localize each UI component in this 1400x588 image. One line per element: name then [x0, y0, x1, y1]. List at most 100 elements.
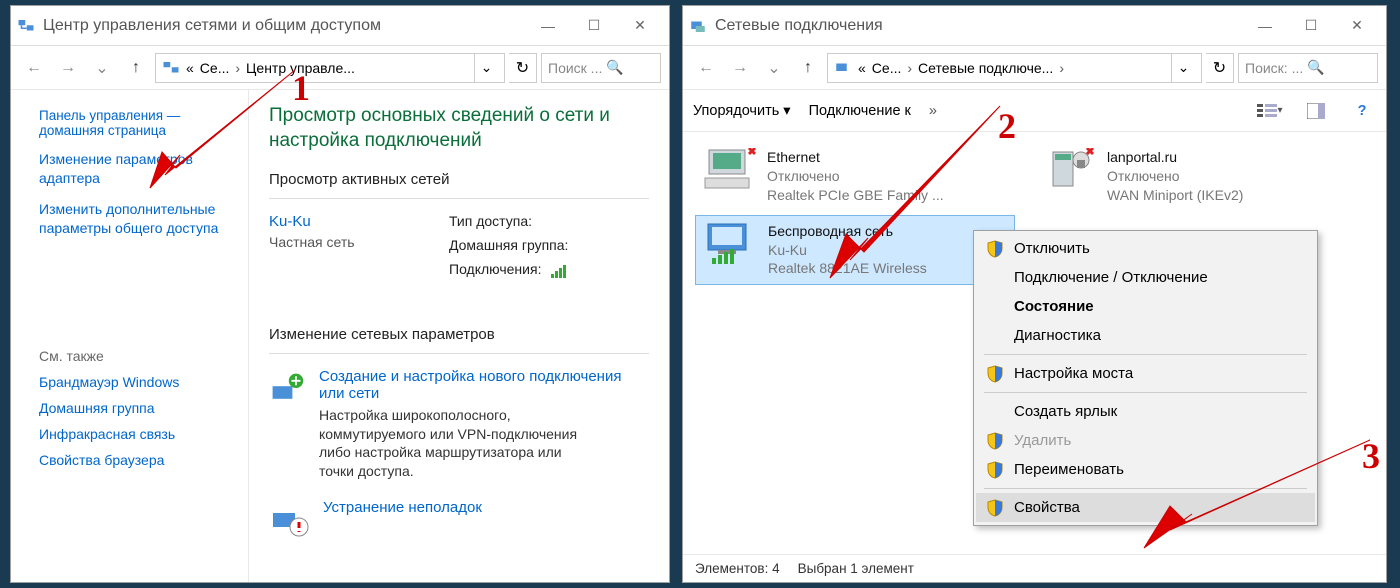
connection-device: Realtek PCIe GBE Family ...: [767, 186, 944, 205]
connection-status: Отключено: [767, 167, 944, 186]
search-placeholder: Поиск: ...: [1245, 60, 1303, 76]
close-button[interactable]: ✕: [1334, 11, 1380, 41]
items-area: Ethernet Отключено Realtek PCIe GBE Fami…: [683, 132, 1386, 554]
address-bar: ← → ⌄ ↑ « Се... › Центр управле... ⌄ ↻ П…: [11, 46, 669, 90]
forward-button: →: [725, 53, 755, 83]
homegroup-label: Домашняя группа:: [449, 237, 568, 253]
window-title: Центр управления сетями и общим доступом: [43, 17, 525, 35]
connection-status: Отключено: [1107, 167, 1243, 186]
recent-button[interactable]: ⌄: [759, 53, 789, 83]
divider: [269, 353, 649, 354]
option-new-connection[interactable]: Создание и настройка нового подключения …: [269, 368, 649, 482]
breadcrumb[interactable]: « Се... › Сетевые подключе... › ⌄: [827, 53, 1202, 83]
window-controls: — ☐ ✕: [1242, 11, 1380, 41]
access-type-label: Тип доступа:: [449, 213, 532, 229]
search-input[interactable]: Поиск: ... 🔍: [1238, 53, 1378, 83]
network-type: Частная сеть: [269, 234, 419, 250]
recent-button[interactable]: ⌄: [87, 53, 117, 83]
breadcrumb[interactable]: « Се... › Центр управле... ⌄: [155, 53, 505, 83]
maximize-button[interactable]: ☐: [1288, 11, 1334, 41]
breadcrumb-segment[interactable]: Центр управле...: [246, 60, 355, 76]
refresh-button[interactable]: ↻: [1206, 53, 1234, 83]
view-layout-button[interactable]: ▾: [1256, 97, 1284, 125]
breadcrumb-segment[interactable]: Се...: [872, 60, 902, 76]
wireless-icon: [704, 222, 758, 266]
ethernet-icon: [703, 148, 757, 192]
chevron-right-icon: ›: [907, 60, 912, 76]
minimize-button[interactable]: —: [525, 11, 571, 41]
main-panel: Просмотр основных сведений о сети и наст…: [249, 90, 669, 582]
connect-to-menu[interactable]: Подключение к: [809, 103, 911, 119]
divider: [984, 488, 1307, 489]
search-icon: 🔍: [1307, 59, 1324, 76]
connection-name: Ethernet: [767, 148, 944, 167]
connections-label: Подключения:: [449, 261, 541, 277]
troubleshoot-icon: [269, 499, 309, 539]
option-troubleshoot[interactable]: Устранение неполадок: [269, 499, 649, 539]
divider: [269, 198, 649, 199]
chevron-right-icon: ›: [1059, 60, 1064, 76]
option-description: Настройка широкополосного, коммутируемог…: [319, 406, 599, 482]
page-heading: Просмотр основных сведений о сети и наст…: [269, 104, 649, 153]
sidebar-item-browser-props[interactable]: Свойства браузера: [39, 452, 232, 468]
preview-pane-button[interactable]: [1302, 97, 1330, 125]
option-link[interactable]: Создание и настройка нового подключения …: [319, 368, 649, 402]
network-connections-icon: [834, 59, 852, 77]
up-button[interactable]: ↑: [121, 53, 151, 83]
content-area: Панель управления — домашняя страница Из…: [11, 90, 669, 582]
search-icon: 🔍: [606, 59, 623, 76]
network-center-icon: [162, 59, 180, 77]
sidebar-item-adapter-settings[interactable]: Изменение параметров адаптера: [39, 150, 232, 188]
breadcrumb-segment[interactable]: Сетевые подключе...: [918, 60, 1053, 76]
back-button[interactable]: ←: [19, 53, 49, 83]
sidebar-item-homegroup[interactable]: Домашняя группа: [39, 400, 232, 416]
connection-name: Беспроводная сеть: [768, 222, 927, 241]
maximize-button[interactable]: ☐: [571, 11, 617, 41]
connection-item-vpn[interactable]: lanportal.ru Отключено WAN Miniport (IKE…: [1035, 142, 1355, 211]
sidebar-item-infrared[interactable]: Инфракрасная связь: [39, 426, 232, 442]
see-also-heading: См. также: [39, 348, 232, 364]
address-bar: ← → ⌄ ↑ « Се... › Сетевые подключе... › …: [683, 46, 1386, 90]
path-history-dropdown[interactable]: ⌄: [1171, 54, 1195, 82]
organize-menu[interactable]: Упорядочить▾: [693, 103, 791, 119]
network-name[interactable]: Ku-Ku: [269, 213, 419, 230]
status-selected-count: Выбран 1 элемент: [798, 561, 914, 576]
shield-icon: [986, 365, 1004, 383]
ctx-delete[interactable]: Удалить: [976, 426, 1315, 455]
control-panel-home[interactable]: Панель управления — домашняя страница: [39, 108, 232, 138]
help-button[interactable]: ?: [1348, 97, 1376, 125]
sidebar-item-firewall[interactable]: Брандмауэр Windows: [39, 374, 232, 390]
ctx-diagnostics[interactable]: Диагностика: [976, 321, 1315, 350]
ctx-disable[interactable]: Отключить: [976, 234, 1315, 263]
divider: [984, 392, 1307, 393]
search-input[interactable]: Поиск ... 🔍: [541, 53, 661, 83]
ctx-properties[interactable]: Свойства: [976, 493, 1315, 522]
shield-icon: [986, 499, 1004, 517]
sidebar-item-advanced-sharing[interactable]: Изменить дополнительные параметры общего…: [39, 200, 232, 238]
new-connection-icon: [269, 368, 305, 408]
connection-item-wireless[interactable]: Беспроводная сеть Ku-Ku Realtek 8821AE W…: [695, 215, 1015, 286]
breadcrumb-segment[interactable]: Се...: [200, 60, 230, 76]
back-button[interactable]: ←: [691, 53, 721, 83]
context-menu: Отключить Подключение / Отключение Состо…: [973, 230, 1318, 526]
connection-item-ethernet[interactable]: Ethernet Отключено Realtek PCIe GBE Fami…: [695, 142, 1015, 211]
ctx-bridge[interactable]: Настройка моста: [976, 359, 1315, 388]
connection-device: WAN Miniport (IKEv2): [1107, 186, 1243, 205]
ctx-connect-disconnect[interactable]: Подключение / Отключение: [976, 263, 1315, 292]
ctx-shortcut[interactable]: Создать ярлык: [976, 397, 1315, 426]
path-history-dropdown[interactable]: ⌄: [474, 54, 498, 82]
toolbar-overflow[interactable]: »: [929, 103, 937, 119]
divider: [984, 354, 1307, 355]
up-button[interactable]: ↑: [793, 53, 823, 83]
toolbar: Упорядочить▾ Подключение к » ▾ ?: [683, 90, 1386, 132]
minimize-button[interactable]: —: [1242, 11, 1288, 41]
ctx-rename[interactable]: Переименовать: [976, 455, 1315, 484]
refresh-button[interactable]: ↻: [509, 53, 537, 83]
option-link[interactable]: Устранение неполадок: [323, 499, 482, 516]
ctx-status[interactable]: Состояние: [976, 292, 1315, 321]
shield-icon: [986, 432, 1004, 450]
chevron-down-icon: ▾: [783, 103, 790, 119]
close-button[interactable]: ✕: [617, 11, 663, 41]
wifi-signal-icon: [551, 264, 567, 278]
network-center-window: Центр управления сетями и общим доступом…: [10, 5, 670, 583]
